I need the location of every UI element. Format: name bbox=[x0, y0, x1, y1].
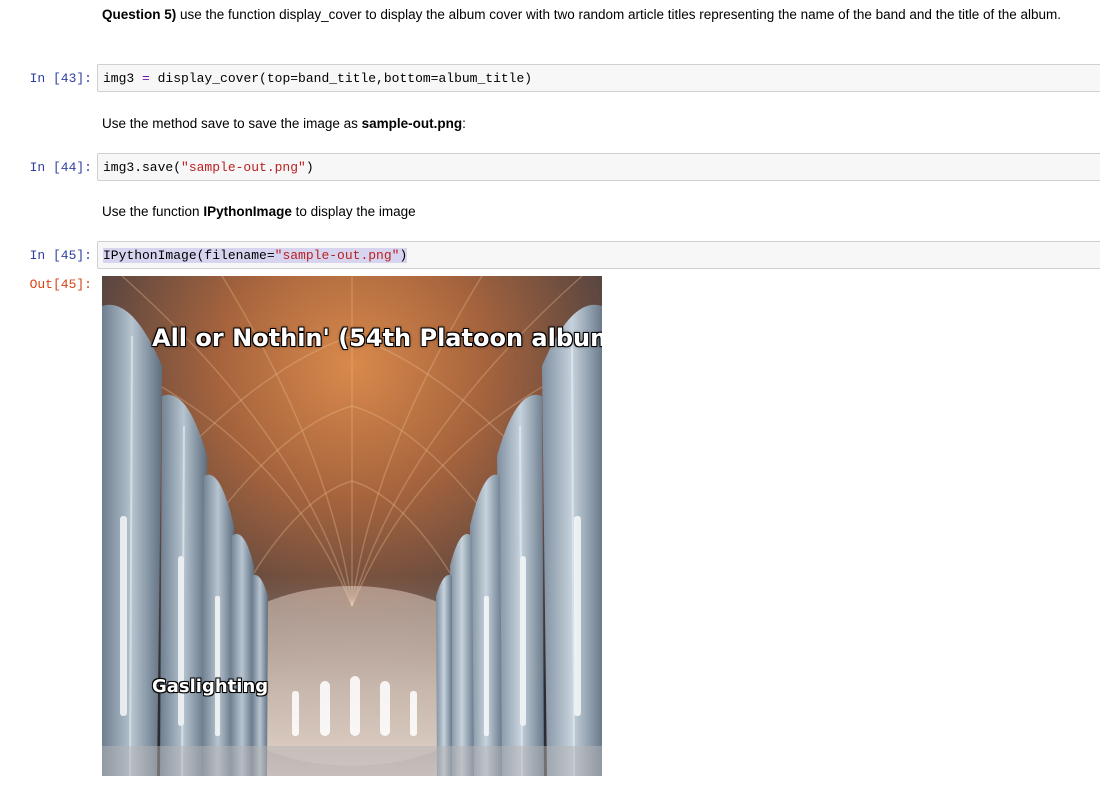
code-string: "sample-out.png" bbox=[181, 160, 306, 175]
cover-top-title: All or Nothin' (54th Platoon album) bbox=[152, 324, 602, 352]
code-call: img3.save( bbox=[103, 160, 182, 175]
input-prompt-45: In [45]: bbox=[29, 248, 92, 263]
code-cell-43[interactable]: img3 = display_cover(top=band_title,bott… bbox=[97, 64, 1100, 92]
markdown-cell-question[interactable]: Question 5) use the function display_cov… bbox=[102, 5, 1072, 25]
markdown-cell-display[interactable]: Use the function IPythonImage to display… bbox=[102, 202, 1072, 222]
save-text: Use the method save to save the image as bbox=[102, 116, 362, 131]
input-prompt-44: In [44]: bbox=[29, 160, 92, 175]
output-prompt-45: Out[45]: bbox=[29, 277, 92, 292]
question-label: Question 5) bbox=[102, 7, 177, 22]
code-variable: img3 bbox=[103, 71, 135, 86]
code-cell-44[interactable]: img3.save("sample-out.png") bbox=[97, 153, 1100, 181]
code-selection: IPythonImage(filename="sample-out.png") bbox=[103, 248, 408, 263]
code-close: ) bbox=[305, 160, 314, 175]
display-text-end: to display the image bbox=[291, 204, 416, 219]
question-text: use the function display_cover to displa… bbox=[176, 7, 1062, 22]
input-prompt-43: In [43]: bbox=[29, 71, 92, 86]
markdown-cell-save[interactable]: Use the method save to save the image as… bbox=[102, 114, 1072, 134]
notebook: Question 5) use the function display_cov… bbox=[0, 0, 1100, 785]
album-cover-image: All or Nothin' (54th Platoon album) Gasl… bbox=[102, 276, 602, 776]
cover-bottom-title: Gaslighting bbox=[152, 676, 269, 697]
save-filename: sample-out.png bbox=[361, 116, 463, 131]
code-string: "sample-out.png" bbox=[274, 248, 400, 263]
display-function: IPythonImage bbox=[203, 204, 292, 219]
code-operator: = bbox=[134, 71, 158, 86]
display-text: Use the function bbox=[102, 204, 204, 219]
code-close: ) bbox=[399, 248, 408, 263]
code-cell-45[interactable]: IPythonImage(filename="sample-out.png") bbox=[97, 241, 1100, 269]
code-call: IPythonImage(filename= bbox=[103, 248, 275, 263]
save-text-end: : bbox=[462, 116, 466, 131]
code-call: display_cover(top=band_title,bottom=albu… bbox=[157, 71, 533, 86]
